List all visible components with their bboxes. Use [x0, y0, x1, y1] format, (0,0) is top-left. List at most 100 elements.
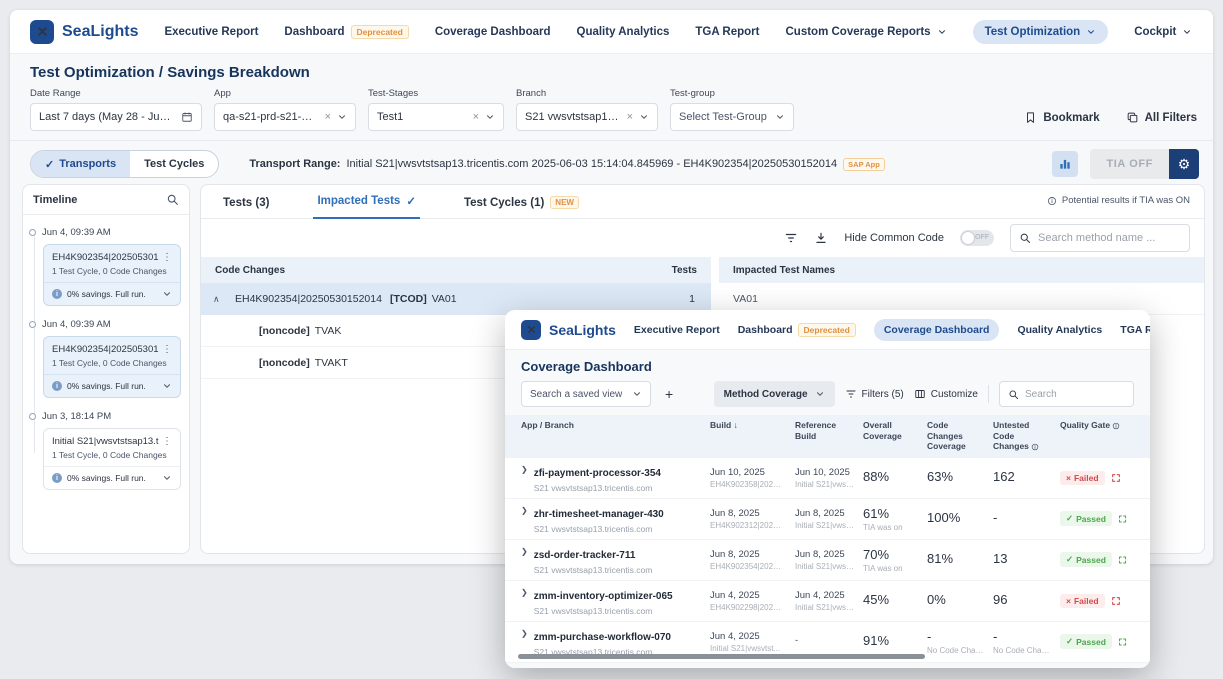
col-build[interactable]: Build ↓	[710, 420, 795, 452]
chevron-down-icon	[632, 389, 642, 399]
check-icon: ✓	[1066, 513, 1073, 524]
chevron-down-icon[interactable]	[162, 381, 172, 391]
customize-button[interactable]: Customize	[914, 388, 978, 400]
search-icon[interactable]	[1008, 389, 1019, 400]
test-stages-filter: Test-Stages Test1 ×	[368, 88, 504, 131]
brand-name: SeaLights	[62, 23, 138, 41]
tab-test-cycles[interactable]: Test Cycles (1)NEW	[460, 196, 583, 218]
filter-icon[interactable]	[784, 231, 798, 245]
brand[interactable]: SeaLights	[521, 320, 616, 340]
nav-item-quality-analytics[interactable]: Quality Analytics	[577, 26, 670, 38]
timeline-panel: Timeline Jun 4, 09:39 AM EH4K902354|2025…	[22, 184, 190, 554]
test-stages-label: Test-Stages	[368, 88, 504, 99]
tab-impacted-tests[interactable]: Impacted Tests✓	[313, 194, 420, 219]
expand-row-icon[interactable]: ❯	[521, 547, 528, 575]
expand-icon[interactable]	[1118, 637, 1127, 647]
quality-gate-badge[interactable]: ✓Passed	[1060, 552, 1112, 567]
search-icon[interactable]	[1019, 232, 1031, 244]
horizontal-scrollbar[interactable]	[518, 654, 925, 659]
sort-desc-icon[interactable]: ↓	[734, 420, 738, 430]
nav-item-dashboard[interactable]: DashboardDeprecated	[284, 25, 408, 39]
nav-item-test-optimization[interactable]: Test Optimization	[973, 20, 1109, 44]
nav-item-executive-report[interactable]: Executive Report	[634, 324, 720, 336]
coverage-row[interactable]: ❯zmm-inventory-optimizer-065S21 vwsvtsts…	[505, 581, 1150, 622]
quality-gate-badge[interactable]: ✓Passed	[1060, 634, 1112, 649]
quality-gate-badge[interactable]: ×Failed	[1060, 594, 1105, 608]
test-stages-field[interactable]: Test1 ×	[368, 103, 504, 131]
chevron-down-icon[interactable]	[485, 112, 495, 122]
expand-icon[interactable]	[1111, 473, 1121, 483]
divider	[10, 140, 1213, 141]
col-quality-gate: Quality Gate	[1060, 420, 1135, 452]
clear-icon[interactable]: ×	[627, 111, 633, 123]
kebab-menu-icon[interactable]: ⋮	[159, 436, 172, 447]
chart-view-button[interactable]	[1052, 151, 1078, 177]
expand-row-icon[interactable]: ❯	[521, 588, 528, 616]
timeline-card[interactable]: Initial S21|vwsvtstsap13.tri...⋮ 1 Test …	[43, 428, 181, 490]
bookmark-button[interactable]: Bookmark	[1024, 111, 1099, 124]
nav-item-quality-analytics[interactable]: Quality Analytics	[1017, 324, 1102, 336]
date-range-field[interactable]: Last 7 days (May 28 - Jun 04, 2025)	[30, 103, 202, 131]
chevron-down-icon[interactable]	[639, 112, 649, 122]
date-range-filter: Date Range Last 7 days (May 28 - Jun 04,…	[30, 88, 202, 131]
nav-item-dashboard[interactable]: DashboardDeprecated	[738, 323, 856, 337]
nav-item-tga-report[interactable]: TGA Report	[695, 26, 759, 38]
expand-icon[interactable]	[1118, 514, 1127, 524]
download-icon[interactable]	[814, 231, 828, 245]
impacted-tests-header: Impacted Test Names	[733, 265, 835, 276]
expand-row-icon[interactable]: ❯	[521, 465, 528, 493]
timeline-card[interactable]: EH4K902354|20250530152...⋮ 1 Test Cycle,…	[43, 336, 181, 398]
tia-control[interactable]: TIA OFF ⚙	[1090, 149, 1199, 179]
chevron-down-icon[interactable]	[162, 473, 172, 483]
nav-item-executive-report[interactable]: Executive Report	[164, 26, 258, 38]
test-group-field[interactable]: Select Test-Group	[670, 103, 794, 131]
branch-field[interactable]: S21 vwsvtstsap13.tr... ×	[516, 103, 658, 131]
coverage-row[interactable]: ❯zhr-timesheet-manager-430S21 vwsvtstsap…	[505, 499, 1150, 540]
chevron-down-icon[interactable]	[775, 112, 785, 122]
brand[interactable]: SeaLights	[30, 20, 138, 44]
coverage-table: App / Branch Build ↓ Reference Build Ove…	[505, 415, 1150, 663]
search-icon[interactable]	[166, 193, 179, 206]
method-search-input[interactable]	[1038, 232, 1181, 244]
tab-tests[interactable]: Tests (3)	[219, 197, 273, 218]
app-field[interactable]: qa-s21-prd-s21-mod... ×	[214, 103, 356, 131]
hide-common-code-toggle[interactable]: OFF	[960, 230, 994, 246]
add-view-button[interactable]: +	[661, 386, 677, 402]
saved-view-select[interactable]: Search a saved view	[521, 381, 651, 407]
chevron-down-icon[interactable]	[162, 289, 172, 299]
nav-item-coverage-dashboard[interactable]: Coverage Dashboard	[874, 319, 1000, 341]
chevron-down-icon[interactable]	[337, 112, 347, 122]
nav-item-coverage-dashboard[interactable]: Coverage Dashboard	[435, 26, 551, 38]
calendar-icon[interactable]	[181, 111, 193, 123]
expand-icon[interactable]	[1111, 596, 1121, 606]
test-cycles-toggle[interactable]: Test Cycles	[130, 151, 218, 177]
transports-toggle[interactable]: ✓Transports	[31, 151, 130, 177]
transport-range: Transport Range: Initial S21|vwsvtstsap1…	[249, 158, 884, 171]
all-filters-button[interactable]: All Filters	[1126, 111, 1197, 124]
nav-item-custom-coverage-reports[interactable]: Custom Coverage Reports	[786, 26, 947, 38]
app-label: App	[214, 88, 356, 99]
clear-icon[interactable]: ×	[473, 111, 479, 123]
expand-icon[interactable]	[1118, 555, 1127, 565]
expand-row-icon[interactable]: ❯	[521, 629, 528, 657]
coverage-row[interactable]: ❯zfi-payment-processor-354S21 vwsvtstsap…	[505, 458, 1150, 499]
kebab-menu-icon[interactable]: ⋮	[159, 344, 172, 355]
expand-row-icon[interactable]: ❯	[521, 506, 528, 534]
overlay-search-input[interactable]	[1025, 389, 1115, 400]
filters-button[interactable]: Filters (5)	[845, 388, 904, 400]
clear-icon[interactable]: ×	[325, 111, 331, 123]
check-icon: ✓	[1066, 636, 1073, 647]
kebab-menu-icon[interactable]: ⋮	[159, 252, 172, 263]
nav-item-tga-report[interactable]: TGA Report	[1120, 324, 1150, 336]
tia-settings-button[interactable]: ⚙	[1169, 149, 1199, 179]
timeline-dot	[29, 413, 36, 420]
app-filter: App qa-s21-prd-s21-mod... ×	[214, 88, 356, 131]
collapse-caret-icon[interactable]: ∧	[213, 294, 235, 305]
nav-item-cockpit[interactable]: Cockpit	[1134, 26, 1192, 38]
quality-gate-badge[interactable]: ✓Passed	[1060, 511, 1112, 526]
tia-off-button[interactable]: TIA OFF	[1090, 149, 1169, 179]
quality-gate-badge[interactable]: ×Failed	[1060, 471, 1105, 485]
coverage-row[interactable]: ❯zsd-order-tracker-711S21 vwsvtstsap13.t…	[505, 540, 1150, 581]
method-coverage-select[interactable]: Method Coverage	[714, 381, 835, 407]
timeline-card[interactable]: EH4K902354|20250530152...⋮ 1 Test Cycle,…	[43, 244, 181, 306]
